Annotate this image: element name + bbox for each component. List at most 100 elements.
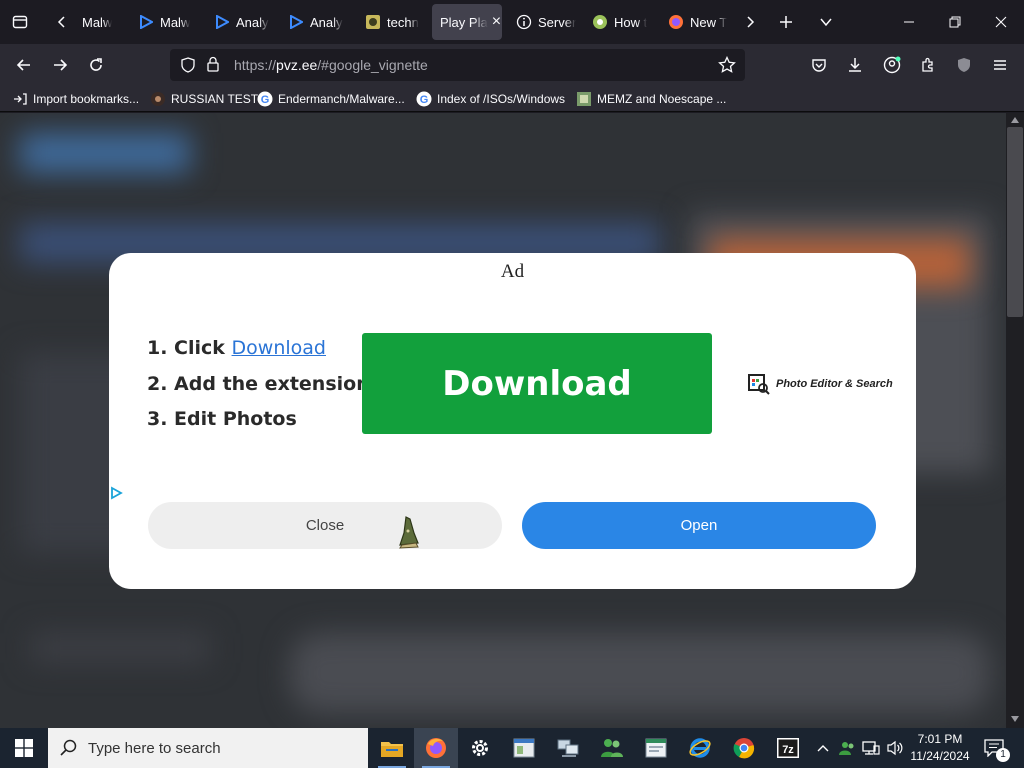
url-text[interactable]: https://pvz.ee/#google_vignette [234,57,428,73]
firefox-icon [668,14,684,30]
taskbar-firefox-icon[interactable] [414,728,458,768]
start-button[interactable] [0,728,48,768]
file-explorer-icon[interactable] [370,728,414,768]
tab-server[interactable]: Server [508,4,578,40]
photo-editor-logo[interactable]: Photo Editor & Search [748,373,893,395]
site-icon [592,14,608,30]
ad-vignette-dialog: Ad 1. Click Download 2. Add the extensio… [109,253,916,589]
users-icon[interactable] [590,728,634,768]
tab-new-tab[interactable]: New T [660,4,730,40]
bookmark-import[interactable]: Import bookmarks... [12,90,139,108]
step-2: 2. Add the extension [147,373,370,395]
account-icon[interactable] [876,49,908,81]
adchoices-icon[interactable] [109,486,123,500]
network-icon[interactable] [860,728,882,768]
scroll-down-icon[interactable] [1011,716,1019,722]
google-icon: G [257,91,273,107]
tab-play-plants[interactable]: Play Pla × [432,4,502,40]
bookmark-label: Import bookmarks... [33,92,140,106]
url-bar[interactable]: https://pvz.ee/#google_vignette [170,49,745,81]
blurred-footer-text [30,633,210,663]
bookmarks-toolbar: Import bookmarks... RUSSIAN TEST G Ender… [0,86,1024,112]
7zip-icon[interactable]: 7z [766,728,810,768]
download-button[interactable]: Download [362,333,712,434]
scrollbar-thumb[interactable] [1007,127,1023,317]
restore-icon[interactable] [932,0,978,44]
close-tab-icon[interactable]: × [492,14,501,30]
bookmark-label: Endermanch/Malware... [278,92,405,106]
firefox-view-icon[interactable] [4,6,36,38]
bookmark-label: RUSSIAN TEST [171,92,259,106]
tab-malware-2[interactable]: Malw [130,4,200,40]
notifications-icon[interactable]: 1 [976,728,1012,768]
photo-editor-icon [748,374,770,395]
clock-time: 7:01 PM [917,732,963,746]
taskbar-search[interactable]: Type here to search [48,728,368,768]
import-icon [12,91,28,107]
tracking-protection-icon[interactable] [180,57,196,78]
reload-icon[interactable] [80,49,112,81]
step-1: 1. Click Download [147,337,326,359]
app-window-2-icon[interactable] [634,728,678,768]
bookmark-label: Index of /ISOs/Windows [437,92,566,106]
minimize-icon[interactable] [886,0,932,44]
tab-how-to[interactable]: How t [584,4,654,40]
download-link[interactable]: Download [232,337,326,359]
tray-users-icon[interactable] [836,728,858,768]
step-3: 3. Edit Photos [147,408,297,430]
site-icon [150,91,166,107]
bookmark-russian-test[interactable]: RUSSIAN TEST [150,90,258,108]
open-ad-button[interactable]: Open [522,502,876,549]
volume-icon[interactable] [884,728,906,768]
ad-label: Ad [500,261,525,282]
close-window-icon[interactable] [978,0,1024,44]
open-ad-label: Open [680,517,718,534]
extensions-icon[interactable] [912,49,944,81]
scroll-up-icon[interactable] [1011,117,1019,123]
windows-logo-icon [15,739,33,757]
svg-text:7z: 7z [782,744,794,756]
clock-date: 11/24/2024 [910,749,970,763]
tab-label: Malw [160,14,191,30]
play-icon [214,14,230,30]
pocket-icon[interactable] [803,49,835,81]
forward-icon[interactable] [44,49,76,81]
ublock-shield-icon[interactable] [948,49,980,81]
custom-cursor-icon [399,516,419,549]
navigation-toolbar: https://pvz.ee/#google_vignette [0,44,1024,86]
tab-scroll-right-icon[interactable] [734,6,766,38]
site-icon [365,14,381,30]
bookmark-endermanch[interactable]: G Endermanch/Malware... [257,90,405,108]
list-tabs-icon[interactable] [810,6,842,38]
site-icon [576,91,592,107]
bookmark-isos[interactable]: G Index of /ISOs/Windows [416,90,565,108]
step-1-text: 1. Click [147,337,232,359]
tab-analysis-1[interactable]: Analy [206,4,276,40]
system-clock[interactable]: 7:01 PM 11/24/2024 [906,731,974,765]
tab-label: Malw [82,14,113,30]
tab-analysis-2[interactable]: Analy [280,4,350,40]
show-hidden-icons-icon[interactable] [812,728,834,768]
close-ad-button[interactable]: Close [148,502,502,549]
bookmark-memz[interactable]: MEMZ and Noescape ... [576,90,726,108]
back-icon[interactable] [8,49,40,81]
play-icon [138,14,154,30]
internet-explorer-icon[interactable] [678,728,722,768]
tab-label: Server [538,14,577,30]
bookmark-star-icon[interactable] [718,55,736,79]
google-icon: G [416,91,432,107]
menu-hamburger-icon[interactable] [984,49,1016,81]
tab-malware-1[interactable]: Malw [74,4,132,40]
tab-techn[interactable]: techn [357,4,427,40]
tab-label: New T [690,14,728,30]
svg-text:G: G [261,94,270,106]
network-computers-icon[interactable] [546,728,590,768]
lock-icon[interactable] [206,56,220,77]
app-window-icon[interactable] [502,728,546,768]
chrome-icon[interactable] [722,728,766,768]
photo-editor-logo-text: Photo Editor & Search [776,378,893,390]
downloads-icon[interactable] [839,49,871,81]
settings-gear-icon[interactable] [458,728,502,768]
new-tab-icon[interactable] [770,6,802,38]
search-placeholder: Type here to search [88,739,221,757]
